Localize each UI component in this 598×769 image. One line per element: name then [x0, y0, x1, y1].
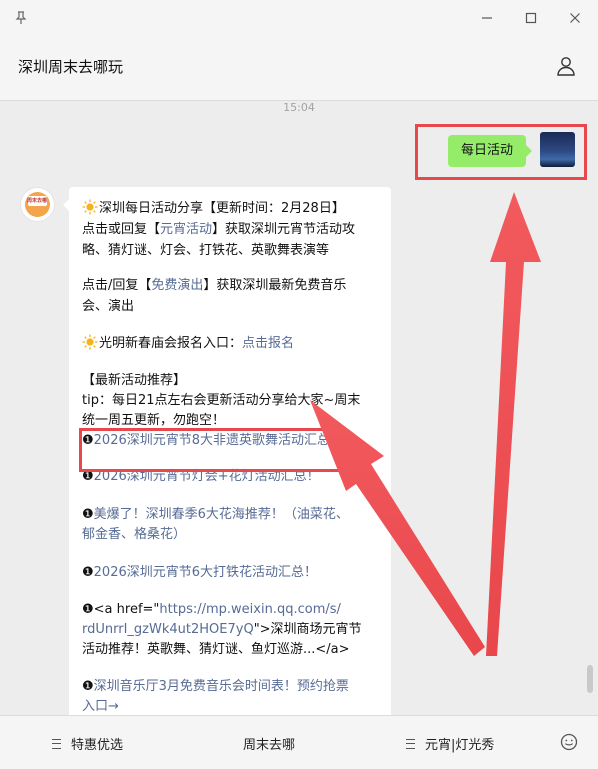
article-link-5-cont[interactable]: 入口→ [82, 696, 119, 715]
lantern-activity-link[interactable]: 元宵活动 [160, 222, 212, 237]
bottom-menu: 特惠优选 周末去哪 元宵|灯光秀 [0, 715, 598, 769]
maximize-icon[interactable] [522, 9, 540, 27]
reply-line-free-show-cmd: 点击/回复【免费演出】获取深圳最新免费音乐 [82, 278, 347, 293]
chat-scrollbar[interactable] [587, 665, 593, 693]
message-timestamp: 15:04 [283, 101, 315, 114]
chat-title: 深圳周末去哪玩 [18, 58, 124, 76]
annotation-box-my-message [415, 124, 587, 180]
article-link-5[interactable]: ❶深圳音乐厅3月免费音乐会时间表！预约抢票 [82, 676, 349, 697]
window-titlebar [0, 0, 598, 36]
annotation-box-signup [79, 428, 345, 472]
weixin-url-link-cont[interactable]: rdUnrrI_gzWk4ut2HOE7yQ [82, 622, 254, 637]
article-link-4[interactable]: ❶2026深圳元宵节6大打铁花活动汇总！ [82, 562, 317, 583]
weixin-url-link[interactable]: https://mp.weixin.qq.com/s/ [159, 602, 341, 617]
reply-line-recommend-heading: 【最新活动推荐】 [82, 373, 187, 388]
chat-area[interactable]: 15:04 每日活动 周末去哪 深圳每日活动分享【更新时间：2月28日】 点击或… [0, 101, 598, 715]
minimize-icon[interactable] [478, 9, 496, 27]
menu-special-offers[interactable]: 特惠优选 [52, 734, 123, 753]
signup-link[interactable]: 点击报名 [242, 336, 294, 351]
reply-line-lantern-cmd: 点击或回复【元宵活动】获取深圳元宵节活动攻 [82, 222, 356, 237]
pin-icon[interactable] [12, 9, 30, 27]
bot-avatar[interactable]: 周末去哪 [20, 187, 55, 222]
menu-list-icon [52, 738, 61, 749]
raw-html-line-1: ❶<a href="https://mp.weixin.qq.com/s/ [82, 602, 341, 617]
menu-weekend[interactable]: 周末去哪 [243, 734, 295, 753]
number-bullet-icon: ❶ [82, 507, 94, 522]
chat-header: 深圳周末去哪玩 [0, 36, 598, 101]
reply-line-free-show-desc: 会、演出 [82, 299, 135, 314]
number-bullet-icon: ❶ [82, 679, 94, 694]
article-link-3[interactable]: ❶美爆了！深圳春季6大花海推荐！（油菜花、 [82, 504, 349, 525]
person-icon[interactable] [556, 56, 576, 80]
number-bullet-icon: ❶ [82, 565, 94, 580]
raw-html-line-3: 活动推荐！英歌舞、猜灯谜、鱼灯巡游...</a> [82, 642, 350, 657]
bot-avatar-label: 周末去哪 [27, 198, 48, 204]
number-bullet-icon: ❶ [82, 602, 94, 617]
close-icon[interactable] [566, 9, 584, 27]
article-link-3-cont[interactable]: 郁金香、格桑花） [82, 524, 186, 545]
sun-icon [82, 199, 98, 215]
menu-list-icon [406, 738, 415, 749]
raw-html-line-2: rdUnrrI_gzWk4ut2HOE7yQ">深圳商场元宵节 [82, 622, 362, 637]
reply-line-update: 深圳每日活动分享【更新时间：2月28日】 [82, 198, 345, 219]
free-show-link[interactable]: 免费演出 [151, 278, 203, 293]
emoji-icon[interactable] [560, 733, 578, 751]
menu-lantern-show[interactable]: 元宵|灯光秀 [406, 734, 494, 753]
reply-line-tip: tip：每日21点左右会更新活动分享给大家~周末 [82, 393, 361, 408]
reply-line-lantern-desc: 略、猜灯谜、灯会、打铁花、英歌舞表演等 [82, 243, 330, 258]
reply-line-signup: 光明新春庙会报名入口：点击报名 [82, 333, 294, 354]
sun-icon [82, 334, 98, 350]
